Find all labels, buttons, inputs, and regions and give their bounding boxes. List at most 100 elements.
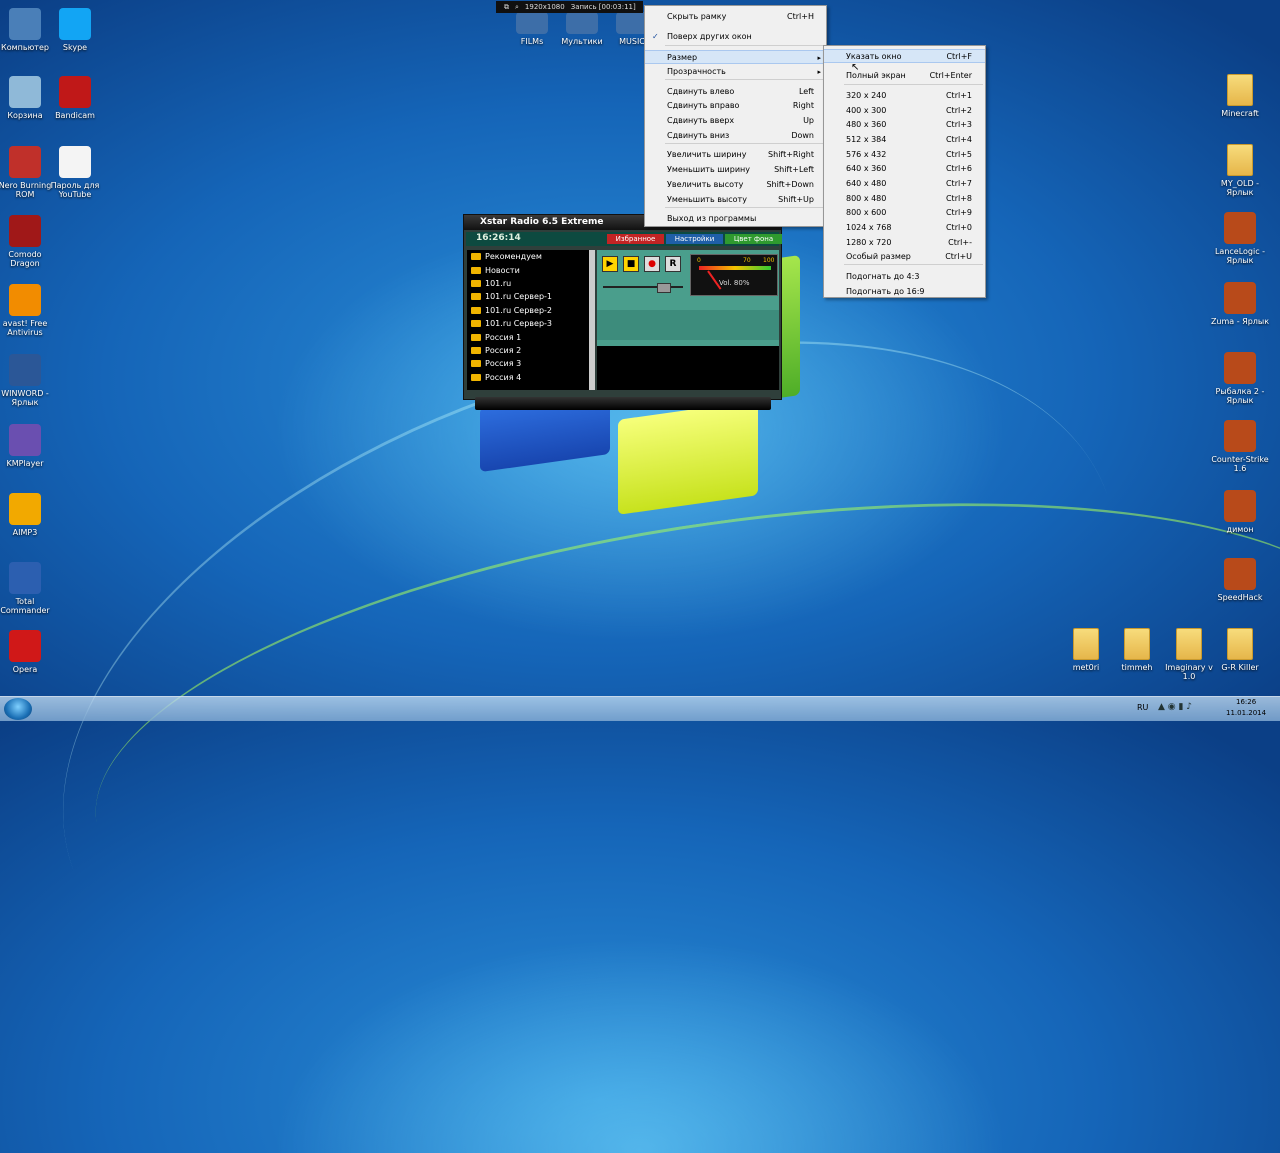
submenu-item[interactable]: 512 x 384 Ctrl+4 [824, 133, 985, 147]
submenu-item[interactable]: 800 x 480 Ctrl+8 [824, 192, 985, 206]
desktop-icon-word[interactable]: WINWORD - Ярлык [0, 354, 56, 407]
stop-button[interactable]: ■ [623, 256, 639, 272]
desktop-icon-label: Minecraft [1221, 109, 1259, 118]
desktop-icon-label: Zuma - Ярлык [1210, 317, 1270, 326]
taskbar-clock-date[interactable]: 11.01.2014 [1226, 709, 1266, 717]
menu-item[interactable]: Выход из программы [645, 212, 826, 226]
menu-item-shortcut: Shift+Up [778, 195, 814, 204]
volume-label: Vol. 80% [719, 279, 750, 287]
station-item[interactable]: 101.ru Сервер-2 [467, 304, 595, 317]
desktop-icon-speedhack[interactable]: SpeedHack [1209, 558, 1271, 602]
desktop-icon-counter-strike[interactable]: Counter-Strike 1.6 [1209, 420, 1271, 473]
submenu-item[interactable]: 1024 x 768 Ctrl+0 [824, 221, 985, 235]
taskbar-clock-time[interactable]: 16:26 [1236, 698, 1256, 706]
menu-item[interactable]: Уменьшить ширину Shift+Left [645, 163, 826, 177]
station-item[interactable]: Россия 4 [467, 371, 595, 384]
menu-item-shortcut: Right [792, 101, 814, 110]
menu-item[interactable]: Уменьшить высоту Shift+Up [645, 193, 826, 207]
submenu-item[interactable]: 576 x 432 Ctrl+5 [824, 148, 985, 162]
station-item[interactable]: Россия 2 [467, 344, 595, 357]
window-icon: ⧉ [504, 2, 509, 11]
menu-item-label: Сдвинуть влево [667, 87, 735, 96]
desktop-icon-aimp[interactable]: AIMP3 [0, 493, 56, 537]
info-display [597, 346, 779, 390]
volume-slider-thumb[interactable] [657, 283, 672, 293]
menu-item[interactable]: Увеличить ширину Shift+Right [645, 148, 826, 162]
station-item[interactable]: Новости [467, 263, 595, 276]
desktop-icon-lancelogic[interactable]: LanceLogic - Ярлык [1209, 212, 1271, 265]
submenu-item[interactable]: Указать окно Ctrl+F [824, 49, 985, 63]
submenu-item-shortcut: Ctrl+8 [945, 194, 972, 203]
desktop-icon-bandicam[interactable]: Bandicam [44, 76, 106, 120]
station-item[interactable]: 101.ru Сервер-1 [467, 290, 595, 303]
desktop-icon-label: Total Commander [0, 597, 50, 615]
desktop-icon-label: Bandicam [55, 111, 95, 120]
record-button[interactable]: ● [644, 256, 660, 272]
station-item[interactable]: 101.ru [467, 277, 595, 290]
desktop-icon-folder[interactable]: MY_OLD - Ярлык [1209, 144, 1271, 197]
tray-icons[interactable]: ▲ ◉ ▮ ♪ [1158, 702, 1192, 712]
menu-item[interactable]: Сдвинуть влево Left [645, 85, 826, 99]
desktop-icon-cs-gear[interactable]: димон [1209, 490, 1271, 534]
menu-item[interactable]: Скрыть рамку Ctrl+H [645, 10, 826, 24]
desktop-icon-label: Counter-Strike 1.6 [1211, 455, 1269, 473]
zuma-icon [1224, 282, 1256, 314]
station-item[interactable]: 101.ru Сервер-3 [467, 317, 595, 330]
submenu-item[interactable]: 320 x 240 Ctrl+1 [824, 89, 985, 103]
station-item[interactable]: Россия 3 [467, 357, 595, 370]
submenu-item[interactable]: 480 x 360 Ctrl+3 [824, 118, 985, 132]
tab-settings[interactable]: Настройки [666, 234, 723, 244]
submenu-item[interactable]: 1280 x 720 Ctrl+- [824, 236, 985, 250]
submenu-item[interactable]: 800 x 600 Ctrl+9 [824, 206, 985, 220]
desktop-icon-text-file[interactable]: Пароль для YouTube [44, 146, 106, 199]
reload-button[interactable]: R [665, 256, 681, 272]
language-indicator[interactable]: RU [1137, 703, 1148, 712]
tab-favorites[interactable]: Избранное [607, 234, 664, 244]
menu-item[interactable]: Размер ▸ [645, 50, 826, 64]
tab-background-color[interactable]: Цвет фона [725, 234, 782, 244]
menu-item[interactable]: Сдвинуть вниз Down [645, 129, 826, 143]
submenu-item-shortcut: Ctrl+Enter [929, 71, 972, 80]
submenu-item-shortcut: Ctrl+U [945, 252, 972, 261]
desktop-icon-zuma[interactable]: Zuma - Ярлык [1209, 282, 1271, 326]
start-button[interactable] [4, 698, 32, 720]
desktop-folder[interactable]: G-R Killer [1209, 628, 1271, 672]
menu-item[interactable]: Сдвинуть вверх Up [645, 114, 826, 128]
station-item[interactable]: Рекомендуем [467, 250, 595, 263]
recording-resolution: 1920x1080 [524, 3, 565, 11]
comodo-dragon-icon [9, 215, 41, 247]
station-label: Новости [485, 265, 520, 275]
desktop-icon-label: Comodo Dragon [8, 250, 42, 268]
desktop-icon-avast[interactable]: avast! Free Antivirus [0, 284, 56, 337]
desktop-icon-skype[interactable]: Skype [44, 8, 106, 52]
desktop-icon-kmplayer[interactable]: KMPlayer [0, 424, 56, 468]
station-item[interactable]: Россия 1 [467, 330, 595, 343]
xstar-bottom-bar [475, 397, 771, 410]
folder-icon [471, 346, 481, 354]
play-button[interactable]: ▶ [602, 256, 618, 272]
submenu-item[interactable]: Полный экран Ctrl+Enter [824, 69, 985, 83]
desktop-icon-opera[interactable]: Opera [0, 630, 56, 674]
xstar-radio-window[interactable]: Xstar Radio 6.5 Extreme 16:26:14 Избранн… [463, 214, 782, 400]
submenu-item[interactable]: 640 x 480 Ctrl+7 [824, 177, 985, 191]
submenu-item[interactable]: Особый размер Ctrl+U [824, 250, 985, 264]
menu-item[interactable]: ✓ Поверх других окон [645, 30, 826, 44]
text-file-icon [59, 146, 91, 178]
station-list-scrollbar[interactable] [589, 250, 595, 390]
desktop-icon-total-commander[interactable]: Total Commander [0, 562, 56, 615]
submenu-item[interactable]: 640 x 360 Ctrl+6 [824, 162, 985, 176]
submenu-item-label: 512 x 384 [846, 135, 887, 144]
submenu-item[interactable]: 400 x 300 Ctrl+2 [824, 104, 985, 118]
volume-slider[interactable] [603, 283, 683, 293]
submenu-item[interactable]: Подогнать до 4:3 [824, 270, 985, 284]
station-list[interactable]: Рекомендуем Новости 101.ru 101.ru Сервер-1 1… [467, 250, 595, 390]
station-label: 101.ru [485, 278, 512, 288]
menu-item[interactable]: Сдвинуть вправо Right [645, 99, 826, 113]
submenu-item[interactable]: Подогнать до 16:9 [824, 285, 985, 299]
menu-item[interactable]: Увеличить высоту Shift+Down [645, 178, 826, 192]
desktop-icon-folder[interactable]: Minecraft [1209, 74, 1271, 118]
taskbar: RU ▲ ◉ ▮ ♪ 16:26 11.01.2014 [0, 696, 1280, 721]
menu-item[interactable]: Прозрачность ▸ [645, 65, 826, 79]
desktop-icon-comodo-dragon[interactable]: Comodo Dragon [0, 215, 56, 268]
desktop-icon-fishing[interactable]: Рыбалка 2 - Ярлык [1209, 352, 1271, 405]
